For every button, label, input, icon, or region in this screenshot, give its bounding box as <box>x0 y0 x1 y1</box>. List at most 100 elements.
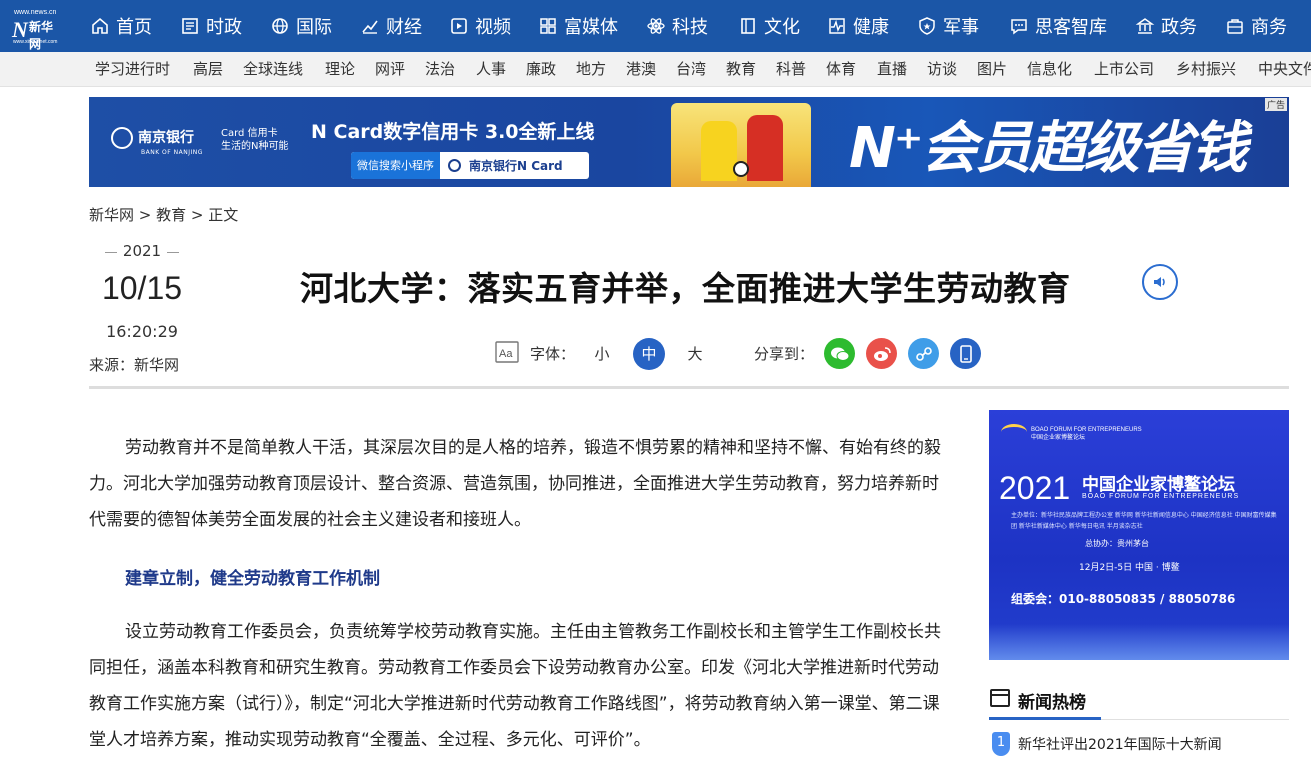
font-medium-button[interactable]: 中 <box>633 338 665 370</box>
subnav-item[interactable]: 理论 <box>325 52 355 87</box>
nav-culture-label: 文化 <box>764 17 800 38</box>
briefcase-icon <box>1225 16 1245 36</box>
subnav-item[interactable]: 廉政 <box>526 52 556 87</box>
subnav-item[interactable]: 全球连线 <box>243 52 303 87</box>
subnav-item[interactable]: 学习进行时 <box>95 52 170 87</box>
subnav-item[interactable]: 法治 <box>425 52 455 87</box>
search-icon <box>448 159 461 172</box>
nav-government[interactable]: 政务 <box>1135 0 1197 52</box>
article-paragraph: 劳动教育并不是简单教人干活，其深层次目的是人格的培养，锻造不惧劳累的精神和坚持不… <box>89 438 941 530</box>
subnav-item[interactable]: 直播 <box>877 52 907 87</box>
font-small-button[interactable]: 小 <box>586 338 618 370</box>
font-label: 字体： <box>530 345 576 363</box>
svg-text:Aa: Aa <box>499 348 513 360</box>
nav-business[interactable]: 商务 <box>1225 0 1287 52</box>
nav-finance[interactable]: 财经 <box>360 0 422 52</box>
nav-military[interactable]: 军事 <box>917 0 979 52</box>
nav-video[interactable]: 视频 <box>449 0 511 52</box>
weibo-icon <box>873 346 891 361</box>
subnav-item[interactable]: 高层 <box>193 52 223 87</box>
nav-health[interactable]: 健康 <box>827 0 889 52</box>
nav-think-tank[interactable]: 思客智库 <box>1009 0 1107 52</box>
subnav-item[interactable]: 乡村振兴 <box>1176 52 1236 87</box>
share-mobile-button[interactable] <box>950 338 981 369</box>
forum-logo-icon <box>1001 424 1027 440</box>
subnav-item[interactable]: 上市公司 <box>1094 52 1154 87</box>
nav-technology[interactable]: 科技 <box>646 0 708 52</box>
subnav-item[interactable]: 访谈 <box>927 52 957 87</box>
publish-time: 16:20:29 <box>106 322 178 341</box>
forum-en-text: BOAO FORUM FOR ENTREPRENEURS <box>1031 427 1142 433</box>
top-banner-ad[interactable]: 广告 南京银行 BANK OF NANJING Card 信用卡 生活的N种可能… <box>89 97 1289 187</box>
finance-chart-icon <box>360 16 380 36</box>
nav-international[interactable]: 国际 <box>270 0 332 52</box>
home-icon <box>90 16 110 36</box>
forum-en-small: BOAO FORUM FOR ENTREPRENEURS 中国企业家博鳌论坛 <box>1031 426 1142 442</box>
subnav-item[interactable]: 中央文件 <box>1258 52 1311 87</box>
mobile-icon <box>959 344 972 363</box>
nav-rich-media-label: 富媒体 <box>564 17 618 38</box>
nav-rich-media[interactable]: 富媒体 <box>538 0 618 52</box>
football-icon <box>733 161 749 177</box>
hot-news-item[interactable]: 新华社评出2021年国际十大新闻 <box>1018 734 1222 754</box>
forum-side-ad[interactable]: BOAO FORUM FOR ENTREPRENEURS 中国企业家博鳌论坛 2… <box>989 410 1289 660</box>
book-icon <box>738 16 758 36</box>
bank-en: BANK OF NANJING <box>141 149 203 156</box>
banner-headline: N Card数字信用卡 3.0全新上线 <box>311 121 595 143</box>
card-line2: 生活的N种可能 <box>221 141 289 152</box>
chat-icon <box>1009 16 1029 36</box>
audio-play-button[interactable] <box>1142 264 1178 300</box>
subnav-item[interactable]: 教育 <box>726 52 756 87</box>
bank-icon <box>111 127 133 149</box>
share-weibo-button[interactable] <box>866 338 897 369</box>
forum-hosts: 主办单位：新华社民族品牌工程办公室 新华网 新华社新闻信息中心 中国经济信息社 … <box>1011 512 1277 530</box>
forum-name-en: BOAO FORUM FOR ENTREPRENEURS <box>1082 493 1240 500</box>
nav-home-label: 首页 <box>116 17 152 38</box>
publish-year: 2021 <box>122 242 162 260</box>
link-icon <box>915 346 932 361</box>
xinhua-logo[interactable]: www.news.cn N 新华网 www.xinhuanet.com <box>12 9 64 51</box>
nav-culture[interactable]: 文化 <box>738 0 800 52</box>
nav-technology-label: 科技 <box>672 17 708 38</box>
logo-sub: www.xinhuanet.com <box>13 39 58 45</box>
government-icon <box>1135 16 1155 36</box>
share-wechat-button[interactable] <box>824 338 855 369</box>
nav-home[interactable]: 首页 <box>90 0 152 52</box>
video-play-icon <box>449 16 469 36</box>
article-subheading: 建章立制，健全劳动教育工作机制 <box>125 569 380 589</box>
forum-name-cn: 中国企业家博鳌论坛 <box>1082 475 1235 495</box>
article-paragraph: 设立劳动教育工作委员会，负责统筹学校劳动教育实施。主任由主管教务工作副校长和主管… <box>89 622 941 750</box>
share-label: 分享到： <box>754 345 815 363</box>
subnav-item[interactable]: 体育 <box>826 52 856 87</box>
logo-url: www.news.cn <box>14 9 57 16</box>
subnav-item[interactable]: 港澳 <box>626 52 656 87</box>
subnav-item[interactable]: 科普 <box>776 52 806 87</box>
font-large-button[interactable]: 大 <box>679 338 711 370</box>
article-title: 河北大学：落实五育并举，全面推进大学生劳动教育 <box>300 269 1071 308</box>
subnav-item[interactable]: 图片 <box>977 52 1007 87</box>
figure-red <box>747 115 783 181</box>
banner-search-box: 微信搜索小程序 南京银行N Card <box>351 152 589 179</box>
nav-video-label: 视频 <box>475 17 511 38</box>
font-size-icon: Aa <box>495 340 521 364</box>
nav-finance-label: 财经 <box>386 17 422 38</box>
breadcrumb[interactable]: 新华网 > 教育 > 正文 <box>89 204 238 225</box>
bank-name: 南京银行 <box>138 130 194 146</box>
hot-news-rule-accent <box>989 717 1101 720</box>
subnav-item[interactable]: 人事 <box>476 52 506 87</box>
subnav-item[interactable]: 信息化 <box>1027 52 1072 87</box>
subnav-item[interactable]: 网评 <box>375 52 405 87</box>
nav-think-tank-label: 思客智库 <box>1035 17 1107 38</box>
banner-illustration <box>671 103 811 187</box>
subnav-item[interactable]: 台湾 <box>676 52 706 87</box>
politics-icon <box>180 16 200 36</box>
sub-nav: 学习进行时 高层 全球连线 理论 网评 法治 人事 廉政 地方 港澳 台湾 教育… <box>0 52 1311 87</box>
globe-icon <box>270 16 290 36</box>
nav-international-label: 国际 <box>296 17 332 38</box>
nav-business-label: 商务 <box>1251 17 1287 38</box>
article-source: 来源：新华网 <box>89 356 180 374</box>
grid-icon <box>538 16 558 36</box>
subnav-item[interactable]: 地方 <box>576 52 606 87</box>
share-link-button[interactable] <box>908 338 939 369</box>
nav-politics[interactable]: 时政 <box>180 0 242 52</box>
